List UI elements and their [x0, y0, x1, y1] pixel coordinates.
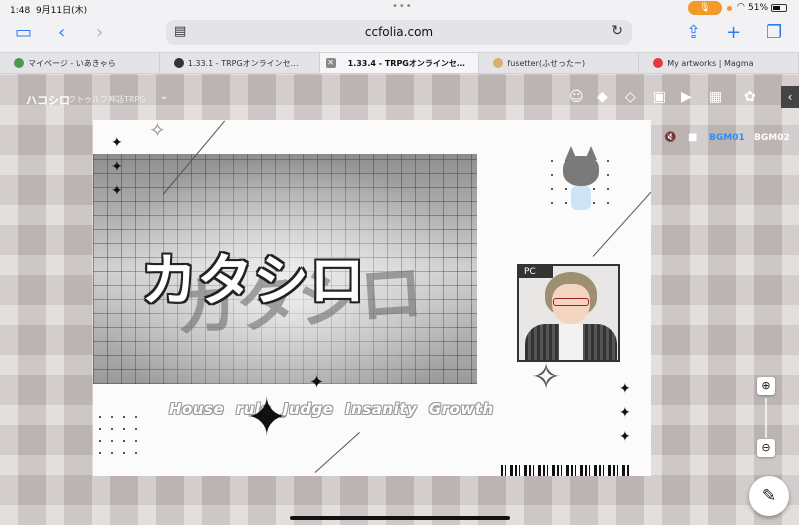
- decorative-line: [314, 431, 360, 473]
- scenario-title: カタシロ: [141, 249, 365, 314]
- ccfolia-room: ハコシロ クトゥルフ神話TRPG ⌄ ☺ ◆ ◇ ▣ ▶ ▦ ✿ ‹ 🔇 ■ B…: [0, 74, 799, 525]
- tab-favicon: [14, 58, 24, 68]
- cat-token[interactable]: [563, 146, 599, 186]
- tab-favicon: [653, 58, 664, 68]
- url-text: ccfolia.com: [364, 25, 434, 39]
- large-star-icon: ✦: [245, 388, 289, 448]
- reload-icon[interactable]: ↻: [611, 23, 623, 39]
- chevron-left-icon[interactable]: ‹: [58, 22, 65, 44]
- battery-percent: 51%: [748, 3, 769, 13]
- star-icon: ✦: [111, 135, 123, 151]
- plus-icon[interactable]: +: [726, 22, 741, 44]
- tab-bar: マイページ - いあきゃら 1.33.1 - TRPGオンラインセ… ✕ 1.33…: [0, 52, 799, 74]
- dot-pattern: [99, 416, 137, 454]
- tab-ccfolia-active[interactable]: ✕ 1.33.4 - TRPGオンラインセ…: [319, 53, 480, 73]
- barcode-decoration: [501, 465, 631, 476]
- battery-icon: [771, 4, 787, 12]
- mic-indicator-dot: [727, 6, 732, 11]
- tab-favicon: [173, 58, 184, 68]
- bgm01-button[interactable]: BGM01: [709, 133, 745, 143]
- sparkle-outline-icon: ✧: [531, 357, 562, 398]
- star-icon: ✦: [309, 372, 325, 393]
- tab-ccfolia-1[interactable]: 1.33.1 - TRPGオンラインセ…: [160, 53, 320, 73]
- tabs-icon[interactable]: ❐: [766, 22, 782, 44]
- collapse-panel-icon[interactable]: ‹: [781, 86, 799, 108]
- star-icon: ✦: [619, 429, 631, 445]
- address-bar[interactable]: ▤ ccfolia.com ↻: [166, 20, 632, 45]
- add-comment-icon[interactable]: ▣: [653, 89, 666, 105]
- zoom-out-icon[interactable]: ⊖: [757, 439, 775, 457]
- mute-icon[interactable]: 🔇: [664, 132, 676, 143]
- star-icon: ✦: [619, 405, 631, 421]
- zoom-in-icon[interactable]: ⊕: [757, 377, 775, 395]
- stage-board[interactable]: カタシロ カタシロ House rule Judge Insanity Grow…: [93, 120, 651, 476]
- sidebar-icon[interactable]: ▭: [15, 22, 32, 44]
- status-bar: 1:48 9月11日(木) ••• 🎙 ◠ 51%: [0, 0, 799, 16]
- tab-favicon: [493, 58, 504, 68]
- pc-label: PC: [519, 266, 553, 278]
- layers-icon[interactable]: ◆: [597, 89, 608, 105]
- share-icon[interactable]: ⇪: [686, 22, 701, 44]
- room-title[interactable]: ハコシロ: [26, 92, 70, 108]
- stop-icon[interactable]: ■: [688, 132, 697, 143]
- tab-fusetter[interactable]: fusetter(ふせったー): [479, 53, 640, 73]
- tab-mypage[interactable]: マイページ - いあきゃら: [0, 53, 160, 73]
- avatar[interactable]: ✿: [744, 89, 756, 105]
- star-icon: ✦: [111, 183, 123, 199]
- scenario-tagline: House rule Judge Insanity Growth: [169, 400, 494, 418]
- pc-shirt: [559, 324, 583, 360]
- chevron-down-icon[interactable]: ⌄: [160, 91, 168, 102]
- cat-token-body[interactable]: [571, 186, 591, 210]
- layers-outline-icon[interactable]: ◇: [625, 89, 636, 105]
- chevron-right-icon[interactable]: ›: [96, 22, 103, 44]
- pc-portrait[interactable]: PC: [517, 264, 620, 362]
- star-icon: ✦: [619, 381, 631, 397]
- tab-magma[interactable]: My artworks | Magma: [639, 53, 799, 73]
- home-indicator[interactable]: [290, 516, 510, 520]
- star-icon: ✦: [111, 159, 123, 175]
- status-time: 1:48 9月11日(木): [10, 6, 88, 16]
- browser-toolbar: ▭ ‹ › ▤ ccfolia.com ↻ ⇪ + ❐: [0, 16, 799, 52]
- close-tab-icon[interactable]: ✕: [325, 58, 336, 68]
- room-subtitle: クトゥルフ神話TRPG: [68, 95, 146, 104]
- pc-glasses: [553, 298, 589, 306]
- pencil-icon[interactable]: ✎: [749, 476, 789, 516]
- wifi-icon: ◠: [737, 2, 745, 12]
- zoom-slider-track[interactable]: [765, 398, 767, 438]
- mic-icon: 🎙: [688, 1, 722, 15]
- video-icon[interactable]: ▶: [681, 89, 692, 105]
- character-icon[interactable]: ☺: [569, 89, 584, 105]
- sparkle-outline-icon: ✧: [149, 120, 166, 142]
- bgm02-button[interactable]: BGM02: [754, 133, 790, 143]
- multitask-dots-icon[interactable]: •••: [392, 1, 413, 12]
- scene-icon[interactable]: ▦: [709, 89, 722, 105]
